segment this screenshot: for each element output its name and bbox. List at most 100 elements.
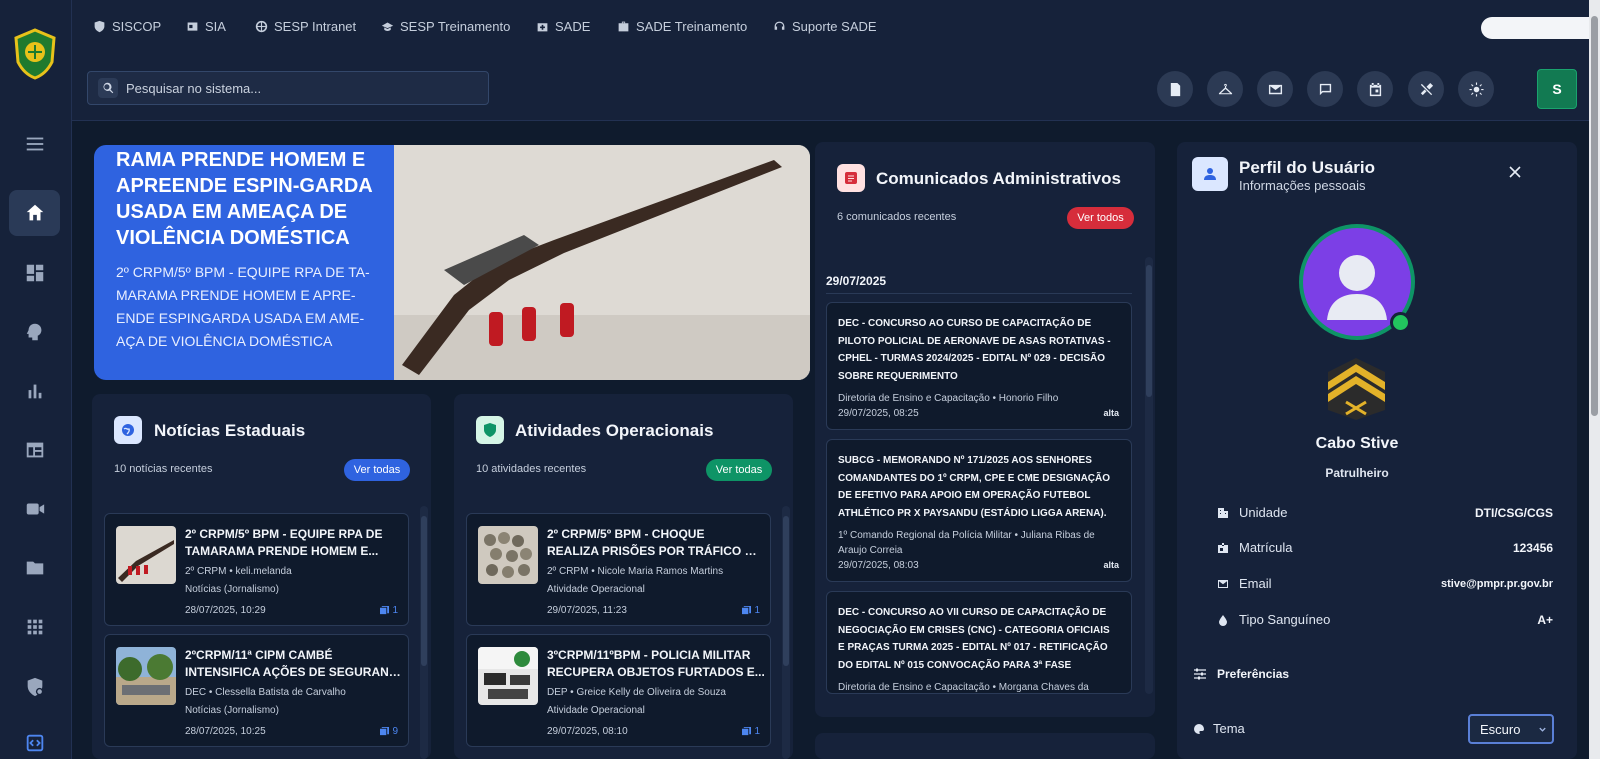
field-value: DTI/CSG/CGS (1474, 505, 1553, 520)
images-icon (380, 606, 390, 615)
list-item-category: Atividade Operacional (547, 584, 645, 595)
list-item[interactable]: SUBCG - MEMORANDO Nº 171/2025 AOS SENHOR… (826, 439, 1132, 582)
priority-badge: alta (1103, 408, 1119, 418)
nav-link-label: Suporte SADE (792, 19, 877, 34)
blood-drop-icon (1219, 614, 1227, 626)
document-icon[interactable] (1157, 71, 1193, 107)
nav-link-label: SADE (555, 19, 591, 34)
nav-link-sade[interactable]: SADE (536, 19, 590, 34)
list-item-meta: DEC • Clessella Batista de Carvalho (185, 687, 346, 698)
globe-icon (114, 416, 142, 444)
activity-thumbnail (478, 526, 538, 584)
list-item-date: 29/07/2025, 08:10 (547, 726, 628, 737)
hanger-icon[interactable] (1207, 71, 1243, 107)
medkit-icon (537, 23, 548, 32)
user-icon (1192, 157, 1228, 191)
comunicados-ver-todos-button[interactable]: Ver todos (1067, 207, 1134, 229)
images-icon (742, 727, 752, 736)
list-item-date: 28/07/2025, 10:29 (185, 605, 266, 616)
list-item-title: 2º CRPM/5º BPM - EQUIPE RPA DE TAMARAMA P… (185, 527, 383, 558)
code-icon[interactable] (9, 720, 60, 759)
admin-shield-icon[interactable] (9, 664, 60, 710)
mail-icon[interactable] (1257, 71, 1293, 107)
nav-link-label: SESP Intranet (274, 19, 357, 34)
comunicados-scrollbar[interactable] (1145, 257, 1153, 694)
folder-icon[interactable] (9, 545, 60, 591)
tools-icon[interactable] (1408, 71, 1444, 107)
atividades-ver-todas-button[interactable]: Ver todas (706, 459, 772, 481)
activity-thumbnail (478, 647, 538, 705)
brain-icon[interactable] (9, 309, 60, 355)
nav-link-sade-treinamento[interactable]: SADE Treinamento (617, 19, 747, 34)
headset-icon (774, 21, 785, 30)
list-item[interactable]: 3ºCRPM/11ºBPM - POLICIA MILITAR RECUPERA … (466, 634, 771, 747)
nav-link-label: SESP Treinamento (400, 19, 511, 34)
news-thumbnail (116, 647, 176, 705)
hero-banner[interactable]: RAMA PRENDE HOMEM E APREENDE ESPIN-GARDA… (94, 145, 810, 380)
dashboard-icon[interactable] (9, 250, 60, 296)
home-icon[interactable] (9, 190, 60, 236)
list-item-title: DEC - CONCURSO AO CURSO DE CAPACITAÇÃO D… (838, 318, 1111, 382)
pdf-icon (837, 164, 865, 192)
list-item[interactable]: 2º CRPM/5º BPM - EQUIPE RPA DE TAMARAMA P… (104, 513, 409, 626)
video-camera-icon[interactable] (9, 486, 60, 532)
list-item-meta: 1º Comando Regional da Polícia Militar •… (838, 530, 1095, 556)
menu-toggle-icon[interactable] (9, 121, 60, 167)
nav-link-sia[interactable]: SIA (186, 19, 226, 34)
nav-link-suporte-sade[interactable]: Suporte SADE (773, 19, 877, 34)
list-item-footer: 29/07/2025, 08:25 alta (838, 408, 1119, 419)
noticias-scrollbar[interactable] (420, 506, 428, 759)
calendar-icon[interactable] (1357, 71, 1393, 107)
id-card-icon (187, 22, 198, 31)
mail-icon (1218, 579, 1228, 588)
nav-link-sesp-intranet[interactable]: SESP Intranet (255, 19, 356, 34)
page-scrollbar[interactable] (1589, 0, 1600, 759)
theme-select-value: Escuro (1480, 721, 1521, 737)
calendar-view-icon[interactable] (9, 427, 60, 473)
priority-badge: alta (1103, 560, 1119, 570)
next-card (815, 733, 1155, 759)
theme-label: Tema (1193, 721, 1245, 736)
list-item[interactable]: DEC - CONCURSO AO CURSO DE CAPACITAÇÃO D… (826, 302, 1132, 430)
close-icon[interactable] (1509, 166, 1521, 178)
list-item-date: 29/07/2025, 11:23 (547, 605, 627, 616)
preferences-header: Preferências (1193, 667, 1289, 681)
field-value: 123456 (1512, 540, 1553, 555)
atividades-scrollbar[interactable] (782, 506, 790, 759)
comunicados-count: 6 comunicados recentes (837, 211, 957, 223)
search-box[interactable] (87, 71, 489, 105)
news-thumbnail (116, 526, 176, 584)
list-item[interactable]: 2º CRPM/5º BPM - CHOQUE REALIZA PRISÕES P… (466, 513, 771, 626)
bar-chart-icon[interactable] (9, 368, 60, 414)
globe-icon (255, 20, 268, 33)
profile-name: Cabo Stive (1315, 435, 1399, 452)
graduation-cap-icon (381, 22, 394, 31)
field-label: Matrícula (1239, 540, 1293, 555)
apps-grid-icon[interactable] (9, 604, 60, 650)
list-item-title: 2ºCRPM/11ª CIPM CAMBÉ INTENSIFICA AÇÕES D… (185, 648, 403, 679)
nav-link-siscop[interactable]: SISCOP (93, 19, 161, 34)
list-item[interactable]: 2ºCRPM/11ª CIPM CAMBÉ INTENSIFICA AÇÕES D… (104, 634, 409, 747)
list-item[interactable]: DEC - CONCURSO AO VII CURSO DE CAPACITAÇ… (826, 591, 1132, 694)
shield-check-icon (476, 416, 504, 444)
sun-icon[interactable] (1458, 71, 1494, 107)
image-count: 1 (742, 726, 760, 737)
noticias-ver-todas-button[interactable]: Ver todas (344, 459, 410, 481)
shield-icon (94, 20, 105, 33)
chat-icon[interactable] (1307, 71, 1343, 107)
user-avatar-button[interactable]: S (1537, 69, 1577, 109)
field-label: Unidade (1239, 505, 1288, 520)
hero-image (394, 145, 810, 380)
search-input[interactable] (126, 80, 466, 96)
list-item-date: 29/07/2025, 08:25 (838, 408, 919, 419)
profile-subtitle: Informações pessoais (1239, 178, 1366, 193)
theme-select[interactable]: Escuro (1468, 714, 1554, 744)
top-user-pill[interactable] (1481, 17, 1600, 39)
list-item-meta: Diretoria de Ensino e Capacitação • Morg… (838, 682, 1089, 693)
nav-link-sesp-treinamento[interactable]: SESP Treinamento (381, 19, 510, 34)
field-value: A+ (1537, 612, 1553, 627)
field-value: stive@pmpr.pr.gov.br (1441, 577, 1553, 590)
list-item-title: 3ºCRPM/11ºBPM - POLICIA MILITAR RECUPERA … (547, 648, 765, 679)
profile-title: Perfil do Usuário (1239, 158, 1376, 177)
list-item-meta: 2º CRPM • keli.melanda (185, 566, 292, 577)
